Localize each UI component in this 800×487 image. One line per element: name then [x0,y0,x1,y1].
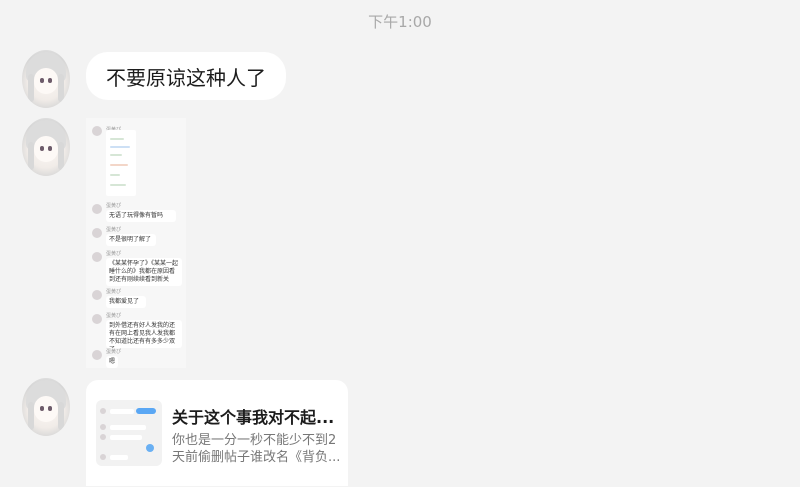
thumb-message: 无语了玩得像有暂吗 [106,210,176,222]
shared-post-card[interactable]: 关于这个事我对不起... 你也是一分一秒不能少不到2天前偷删帖子谁改名《背负..… [86,380,348,486]
thumb-inner-screenshot [106,130,136,196]
thumb-message: 我都爱见了 [106,296,146,308]
sender-avatar[interactable] [22,118,70,176]
thumb-avatar [92,126,102,136]
card-description: 你也是一分一秒不能少不到2天前偷删帖子谁改名《背负... [172,433,341,465]
thumb-message: 不是很明了解了 [106,234,156,246]
thumb-message: 到外借还有好人发我的还有在网上看见我人发我都不知道比还有有多多少双了 [106,320,182,348]
timestamp: 下午1:00 [368,13,432,31]
sender-avatar[interactable] [22,50,70,108]
message-text: 不要原谅这种人了 [106,65,266,90]
text-message-bubble[interactable]: 不要原谅这种人了 [86,52,286,100]
card-title: 关于这个事我对不起... [172,408,335,427]
chat-screenshot-image[interactable]: 蛋黄ぴ 蛋黄ぴ 无语了玩得像有暂吗 蛋黄ぴ 不是很明了解了 蛋黄ぴ 《某某怀孕了… [86,118,186,368]
thumb-message: 《某某怀孕了》《某某一起睡什么的》我都在原因看到还有刚续续看到新关 [106,258,182,286]
thumb-message: 嗯 [106,356,119,368]
sender-avatar[interactable] [22,378,70,436]
card-thumbnail [96,400,162,466]
